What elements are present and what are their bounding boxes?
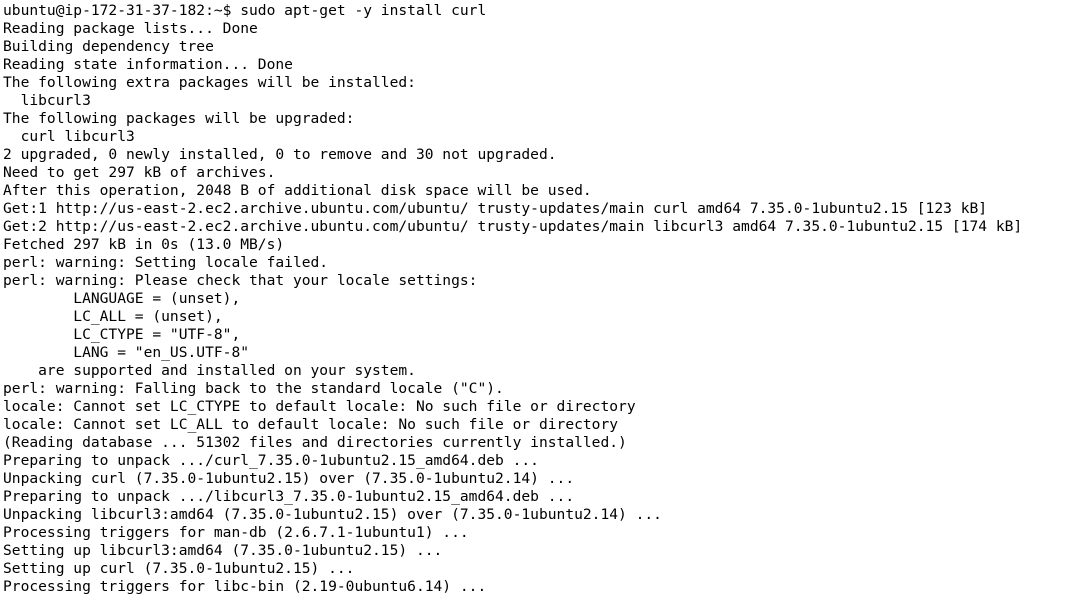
output-line: LANGUAGE = (unset), xyxy=(3,290,241,307)
output-line: Setting up libcurl3:amd64 (7.35.0-1ubunt… xyxy=(3,542,443,559)
output-line: LC_ALL = (unset), xyxy=(3,308,223,325)
output-line: The following packages will be upgraded: xyxy=(3,110,355,127)
output-line: perl: warning: Falling back to the stand… xyxy=(3,380,504,397)
output-line: Need to get 297 kB of archives. xyxy=(3,164,276,181)
output-line: Unpacking libcurl3:amd64 (7.35.0-1ubuntu… xyxy=(3,506,662,523)
output-line: (Reading database ... 51302 files and di… xyxy=(3,434,627,451)
output-line: perl: warning: Setting locale failed. xyxy=(3,254,329,271)
terminal-output[interactable]: ubuntu@ip-172-31-37-182:~$ sudo apt-get … xyxy=(0,0,1065,596)
output-line: LC_CTYPE = "UTF-8", xyxy=(3,326,241,343)
output-line: Preparing to unpack .../curl_7.35.0-1ubu… xyxy=(3,452,539,469)
output-line: Get:2 http://us-east-2.ec2.archive.ubunt… xyxy=(3,218,1023,235)
output-line: libcurl3 xyxy=(3,92,91,109)
prompt-command-line: ubuntu@ip-172-31-37-182:~$ sudo apt-get … xyxy=(3,2,487,19)
output-line: 2 upgraded, 0 newly installed, 0 to remo… xyxy=(3,146,557,163)
output-line: Building dependency tree xyxy=(3,38,214,55)
output-line: Get:1 http://us-east-2.ec2.archive.ubunt… xyxy=(3,200,988,217)
output-line: Setting up curl (7.35.0-1ubuntu2.15) ... xyxy=(3,560,355,577)
output-line: Unpacking curl (7.35.0-1ubuntu2.15) over… xyxy=(3,470,575,487)
output-line: Fetched 297 kB in 0s (13.0 MB/s) xyxy=(3,236,285,253)
output-line: Processing triggers for libc-bin (2.19-0… xyxy=(3,578,487,595)
output-line: locale: Cannot set LC_CTYPE to default l… xyxy=(3,398,636,415)
output-line: The following extra packages will be ins… xyxy=(3,74,416,91)
output-line: After this operation, 2048 B of addition… xyxy=(3,182,592,199)
output-line: are supported and installed on your syst… xyxy=(3,362,416,379)
output-line: Processing triggers for man-db (2.6.7.1-… xyxy=(3,524,469,541)
output-line: Preparing to unpack .../libcurl3_7.35.0-… xyxy=(3,488,575,505)
output-line: curl libcurl3 xyxy=(3,128,135,145)
output-line: locale: Cannot set LC_ALL to default loc… xyxy=(3,416,619,433)
output-line: LANG = "en_US.UTF-8" xyxy=(3,344,250,361)
output-line: perl: warning: Please check that your lo… xyxy=(3,272,478,289)
output-line: Reading package lists... Done xyxy=(3,20,258,37)
output-line: Reading state information... Done xyxy=(3,56,293,73)
